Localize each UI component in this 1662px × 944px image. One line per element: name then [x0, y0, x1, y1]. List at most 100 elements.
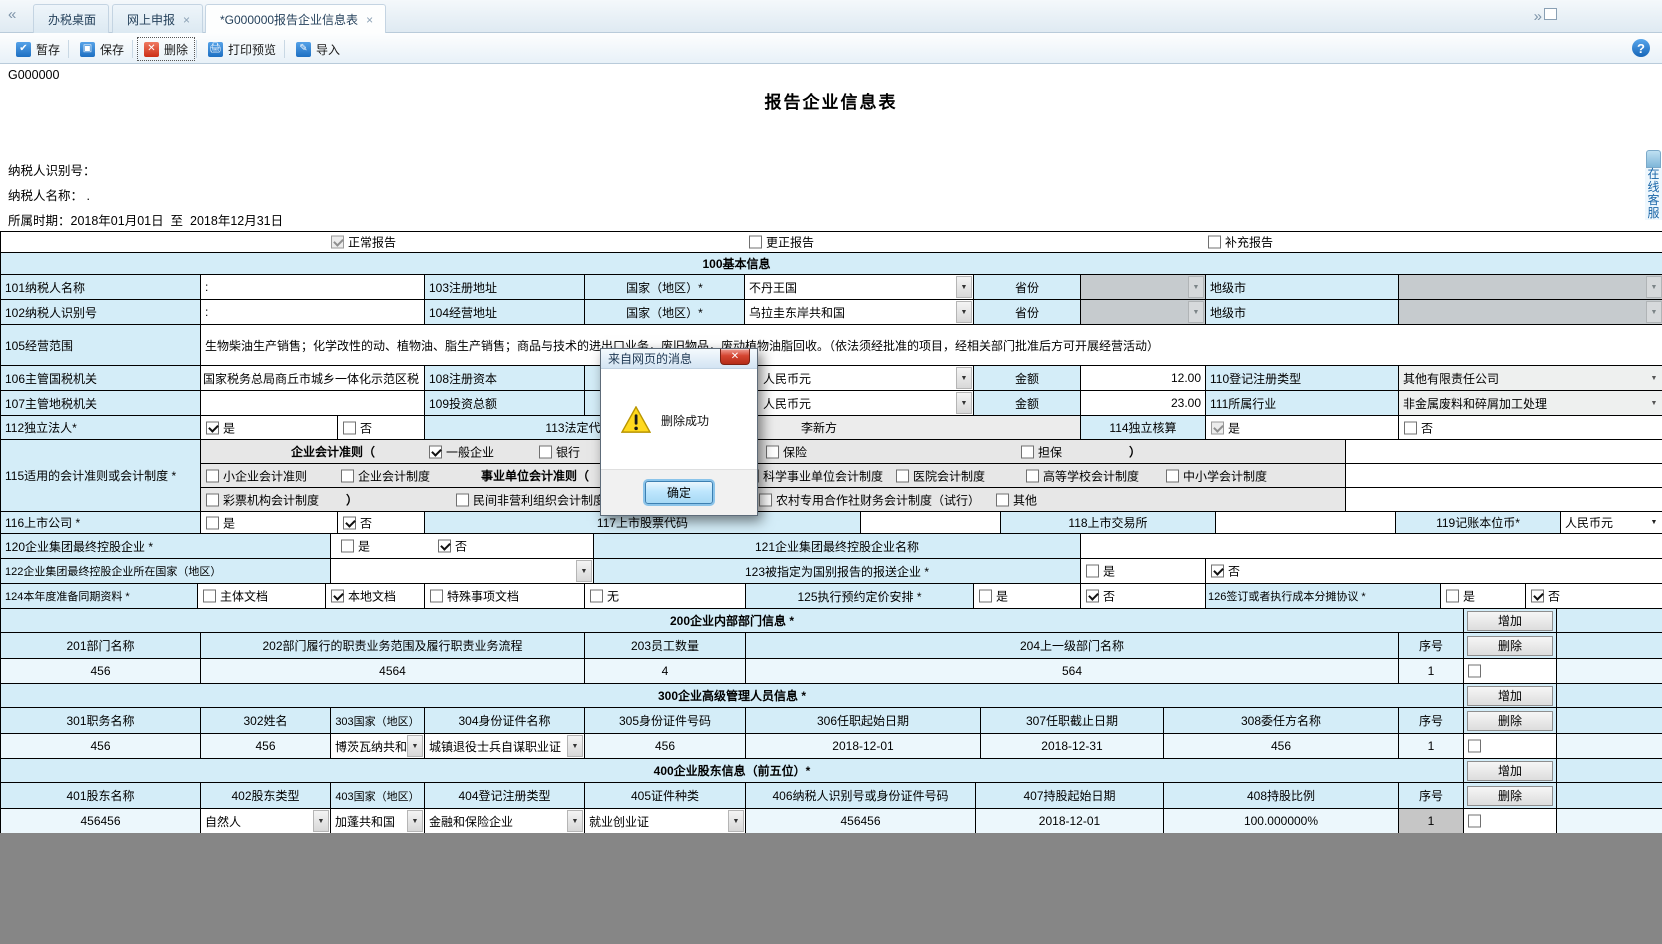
checkbox-icon[interactable] [590, 590, 603, 603]
delete-row-button[interactable]: 删除 [1467, 711, 1553, 731]
field-126-no-checkbox[interactable]: 否 [1531, 588, 1560, 605]
table-cell[interactable]: 456 [1164, 734, 1399, 759]
tab-report-form[interactable]: *G000000报告企业信息表× [205, 4, 386, 33]
row-select-checkbox[interactable] [1468, 815, 1481, 828]
table-cell[interactable]: 456 [1, 659, 201, 684]
field-120-yes-checkbox[interactable]: 是 [341, 538, 370, 555]
supplement-report-checkbox[interactable]: 补充报告 [1208, 234, 1273, 251]
field-108-currency-dropdown[interactable]: 人民币元▼ [745, 366, 973, 390]
tab-close-icon[interactable]: × [366, 13, 373, 27]
field-110-dropdown[interactable]: 其他有限责任公司▼ [1399, 366, 1662, 390]
checkbox-icon[interactable] [206, 516, 219, 529]
tab-tax-desktop[interactable]: 办税桌面 [33, 4, 109, 33]
id-type-dropdown[interactable]: 城镇退役士兵自谋职业证▼ [425, 734, 584, 758]
print-preview-button[interactable]: 🖨 打印预览 [202, 38, 282, 60]
checkbox-icon[interactable] [1026, 469, 1039, 482]
checkbox-icon[interactable] [456, 493, 469, 506]
cb-local-doc[interactable]: 本地文档 [331, 588, 396, 605]
tabs-overflow-icon[interactable]: » [1534, 8, 1542, 25]
checkbox-icon[interactable] [1021, 445, 1034, 458]
checkbox-icon[interactable] [1468, 740, 1481, 753]
field-112-no-checkbox[interactable]: 否 [343, 419, 372, 436]
table-cell[interactable]: 456 [201, 734, 331, 759]
cb-general-enterprise[interactable]: 一般企业 [429, 443, 494, 460]
cb-college[interactable]: 高等学校会计制度 [1026, 467, 1139, 484]
field-116-no-checkbox[interactable]: 否 [343, 514, 372, 531]
field-116-yes-checkbox[interactable]: 是 [206, 514, 235, 531]
country-dropdown[interactable]: 加蓬共和国▼ [331, 809, 424, 833]
checkbox-icon[interactable] [206, 469, 219, 482]
checkbox-icon[interactable] [1468, 665, 1481, 678]
import-button[interactable]: ✎ 导入 [290, 38, 346, 60]
table-cell[interactable]: 564 [746, 659, 1399, 684]
field-111-dropdown[interactable]: 非金属废料和碎屑加工处理▼ [1399, 391, 1662, 415]
field-106-value[interactable]: 国家税务总局商丘市城乡一体化示范区税 [201, 366, 425, 391]
field-103-city-dropdown[interactable]: ▼ [1399, 275, 1662, 299]
checkbox-icon[interactable] [1404, 421, 1417, 434]
checkbox-icon[interactable] [996, 493, 1009, 506]
checkbox-icon[interactable] [1166, 469, 1179, 482]
add-row-button[interactable]: 增加 [1467, 686, 1553, 706]
field-104-country-dropdown[interactable]: 乌拉圭东岸共和国▼ [745, 300, 973, 324]
checkbox-icon[interactable] [1208, 236, 1221, 249]
checkbox-icon[interactable] [341, 540, 354, 553]
checkbox-icon[interactable] [1211, 421, 1224, 434]
cb-small-enterprise-standard[interactable]: 小企业会计准则 [206, 467, 307, 484]
cb-other[interactable]: 其他 [996, 491, 1037, 508]
checkbox-icon[interactable] [979, 590, 992, 603]
temp-save-button[interactable]: ✔ 暂存 [10, 38, 66, 60]
ok-button[interactable]: 确定 [645, 481, 713, 504]
field-109-currency-dropdown[interactable]: 人民币元▼ [745, 391, 973, 415]
checkbox-icon[interactable] [1086, 565, 1099, 578]
cb-ngo[interactable]: 民间非营利组织会计制度 [456, 491, 605, 508]
row-select-checkbox[interactable] [1468, 665, 1481, 678]
field-114-no-checkbox[interactable]: 否 [1404, 419, 1433, 436]
field-102-input[interactable]: : [201, 300, 425, 325]
checkbox-icon[interactable] [343, 516, 356, 529]
country-dropdown[interactable]: 博茨瓦纳共和国▼ [331, 734, 424, 758]
correction-report-checkbox[interactable]: 更正报告 [749, 234, 814, 251]
checkbox-icon[interactable] [331, 590, 344, 603]
cert-type-dropdown[interactable]: 就业创业证▼ [585, 809, 745, 833]
cb-science-institution[interactable]: 科学事业单位会计制度 [746, 467, 883, 484]
checkbox-icon[interactable] [331, 236, 344, 249]
cb-guarantee[interactable]: 担保 [1021, 443, 1062, 460]
add-row-button[interactable]: 增加 [1467, 611, 1553, 631]
tab-online-declare[interactable]: 网上申报× [112, 4, 203, 33]
field-108-amount-value[interactable]: 12.00 [1081, 366, 1206, 391]
cb-bank[interactable]: 银行 [539, 443, 580, 460]
checkbox-icon[interactable] [1468, 815, 1481, 828]
field-123-yes-checkbox[interactable]: 是 [1086, 563, 1115, 580]
delete-row-button[interactable]: 删除 [1467, 636, 1553, 656]
field-112-yes-checkbox[interactable]: 是 [206, 419, 235, 436]
checkbox-icon[interactable] [1531, 590, 1544, 603]
table-cell[interactable]: 2018-12-01 [746, 734, 981, 759]
checkbox-icon[interactable] [206, 493, 219, 506]
shareholder-type-dropdown[interactable]: 自然人▼ [201, 809, 330, 833]
field-122-dropdown[interactable]: ▼ [331, 559, 593, 583]
cb-none-doc[interactable]: 无 [590, 588, 619, 605]
save-button[interactable]: ▣ 保存 [74, 38, 130, 60]
cb-master-doc[interactable]: 主体文档 [203, 588, 268, 605]
delete-button[interactable]: ✕ 删除 [138, 38, 194, 60]
dialog-close-icon[interactable]: ✕ [720, 349, 750, 365]
delete-row-button[interactable]: 删除 [1467, 786, 1553, 806]
field-103-province-dropdown[interactable]: ▼ [1081, 275, 1205, 299]
table-cell[interactable]: 456456 [746, 809, 976, 834]
table-cell[interactable]: 4564 [201, 659, 585, 684]
checkbox-icon[interactable] [749, 236, 762, 249]
field-120-no-checkbox[interactable]: 否 [438, 538, 467, 555]
checkbox-icon[interactable] [341, 469, 354, 482]
normal-report-checkbox[interactable]: 正常报告 [331, 234, 396, 251]
cb-insurance[interactable]: 保险 [766, 443, 807, 460]
field-107-value[interactable] [201, 391, 425, 416]
cb-lottery[interactable]: 彩票机构会计制度 [206, 491, 319, 508]
field-103-country-dropdown[interactable]: 不丹王国▼ [745, 275, 973, 299]
checkbox-icon[interactable] [896, 469, 909, 482]
table-cell[interactable]: 100.000000% [1164, 809, 1399, 834]
field-125-yes-checkbox[interactable]: 是 [979, 588, 1008, 605]
checkbox-icon[interactable] [203, 590, 216, 603]
field-101-input[interactable]: : [201, 275, 425, 300]
help-icon[interactable]: ? [1632, 39, 1650, 57]
cb-rural-coop[interactable]: 农村专用合作社财务会计制度（试行） [759, 491, 980, 508]
